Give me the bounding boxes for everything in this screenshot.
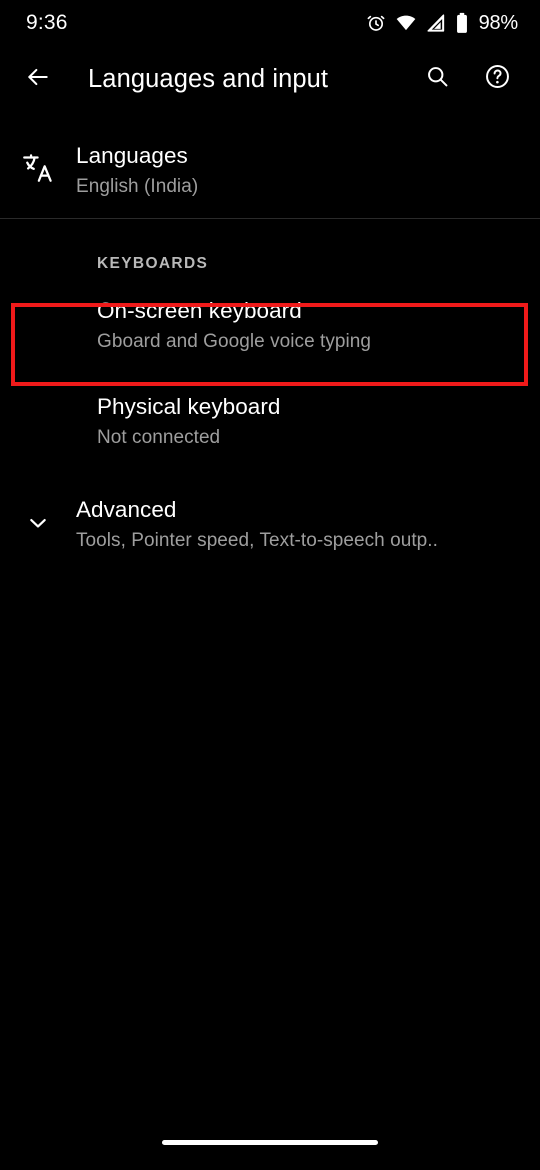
- list-item-advanced[interactable]: Advanced Tools, Pointer speed, Text-to-s…: [0, 473, 540, 577]
- status-bar: 9:36 98%: [0, 0, 540, 46]
- on-screen-keyboard-title: On-screen keyboard: [97, 298, 302, 324]
- search-icon: [425, 64, 450, 94]
- page-title: Languages and input: [88, 64, 329, 93]
- battery-icon: [455, 12, 469, 34]
- languages-title: Languages: [76, 143, 188, 169]
- on-screen-keyboard-subtitle: Gboard and Google voice typing: [97, 330, 372, 352]
- languages-subtitle: English (India): [76, 175, 199, 197]
- advanced-row-icon: [0, 510, 76, 541]
- app-bar-actions: [412, 54, 540, 104]
- navigation-bar: [0, 1122, 540, 1170]
- list-item-physical-keyboard[interactable]: Physical keyboard Not connected: [0, 371, 540, 473]
- languages-row-icon: [0, 151, 76, 190]
- list-item-languages[interactable]: Languages English (India): [0, 122, 540, 218]
- search-button[interactable]: [412, 54, 462, 104]
- advanced-title: Advanced: [76, 497, 177, 523]
- physical-keyboard-row-text: Physical keyboard Not connected: [97, 394, 294, 449]
- alarm-clock-icon: [366, 13, 386, 33]
- chevron-down-icon[interactable]: [25, 510, 51, 541]
- home-indicator[interactable]: [162, 1140, 378, 1145]
- app-bar: Languages and input: [0, 48, 540, 110]
- status-bar-icons: 98%: [366, 12, 518, 35]
- advanced-row-text: Advanced Tools, Pointer speed, Text-to-s…: [76, 497, 452, 552]
- translate-icon: [21, 151, 55, 190]
- advanced-subtitle: Tools, Pointer speed, Text-to-speech out…: [76, 529, 438, 551]
- status-bar-clock: 9:36: [26, 11, 68, 34]
- help-circle-icon: [484, 63, 511, 95]
- physical-keyboard-subtitle: Not connected: [97, 426, 221, 448]
- back-arrow-icon: [25, 64, 51, 95]
- physical-keyboard-title: Physical keyboard: [97, 394, 281, 420]
- settings-list: Languages English (India) KEYBOARDS On-s…: [0, 122, 540, 577]
- languages-row-text: Languages English (India): [76, 141, 212, 198]
- back-button[interactable]: [10, 51, 66, 107]
- section-header-label: KEYBOARDS: [97, 255, 209, 272]
- signal-icon: [426, 13, 446, 33]
- list-item-on-screen-keyboard[interactable]: On-screen keyboard Gboard and Google voi…: [0, 281, 540, 371]
- help-button[interactable]: [472, 54, 522, 104]
- on-screen-keyboard-row-text: On-screen keyboard Gboard and Google voi…: [97, 298, 385, 353]
- section-header-keyboards: KEYBOARDS: [0, 219, 540, 281]
- battery-percent-label: 98%: [478, 11, 519, 34]
- wifi-icon: [395, 13, 417, 33]
